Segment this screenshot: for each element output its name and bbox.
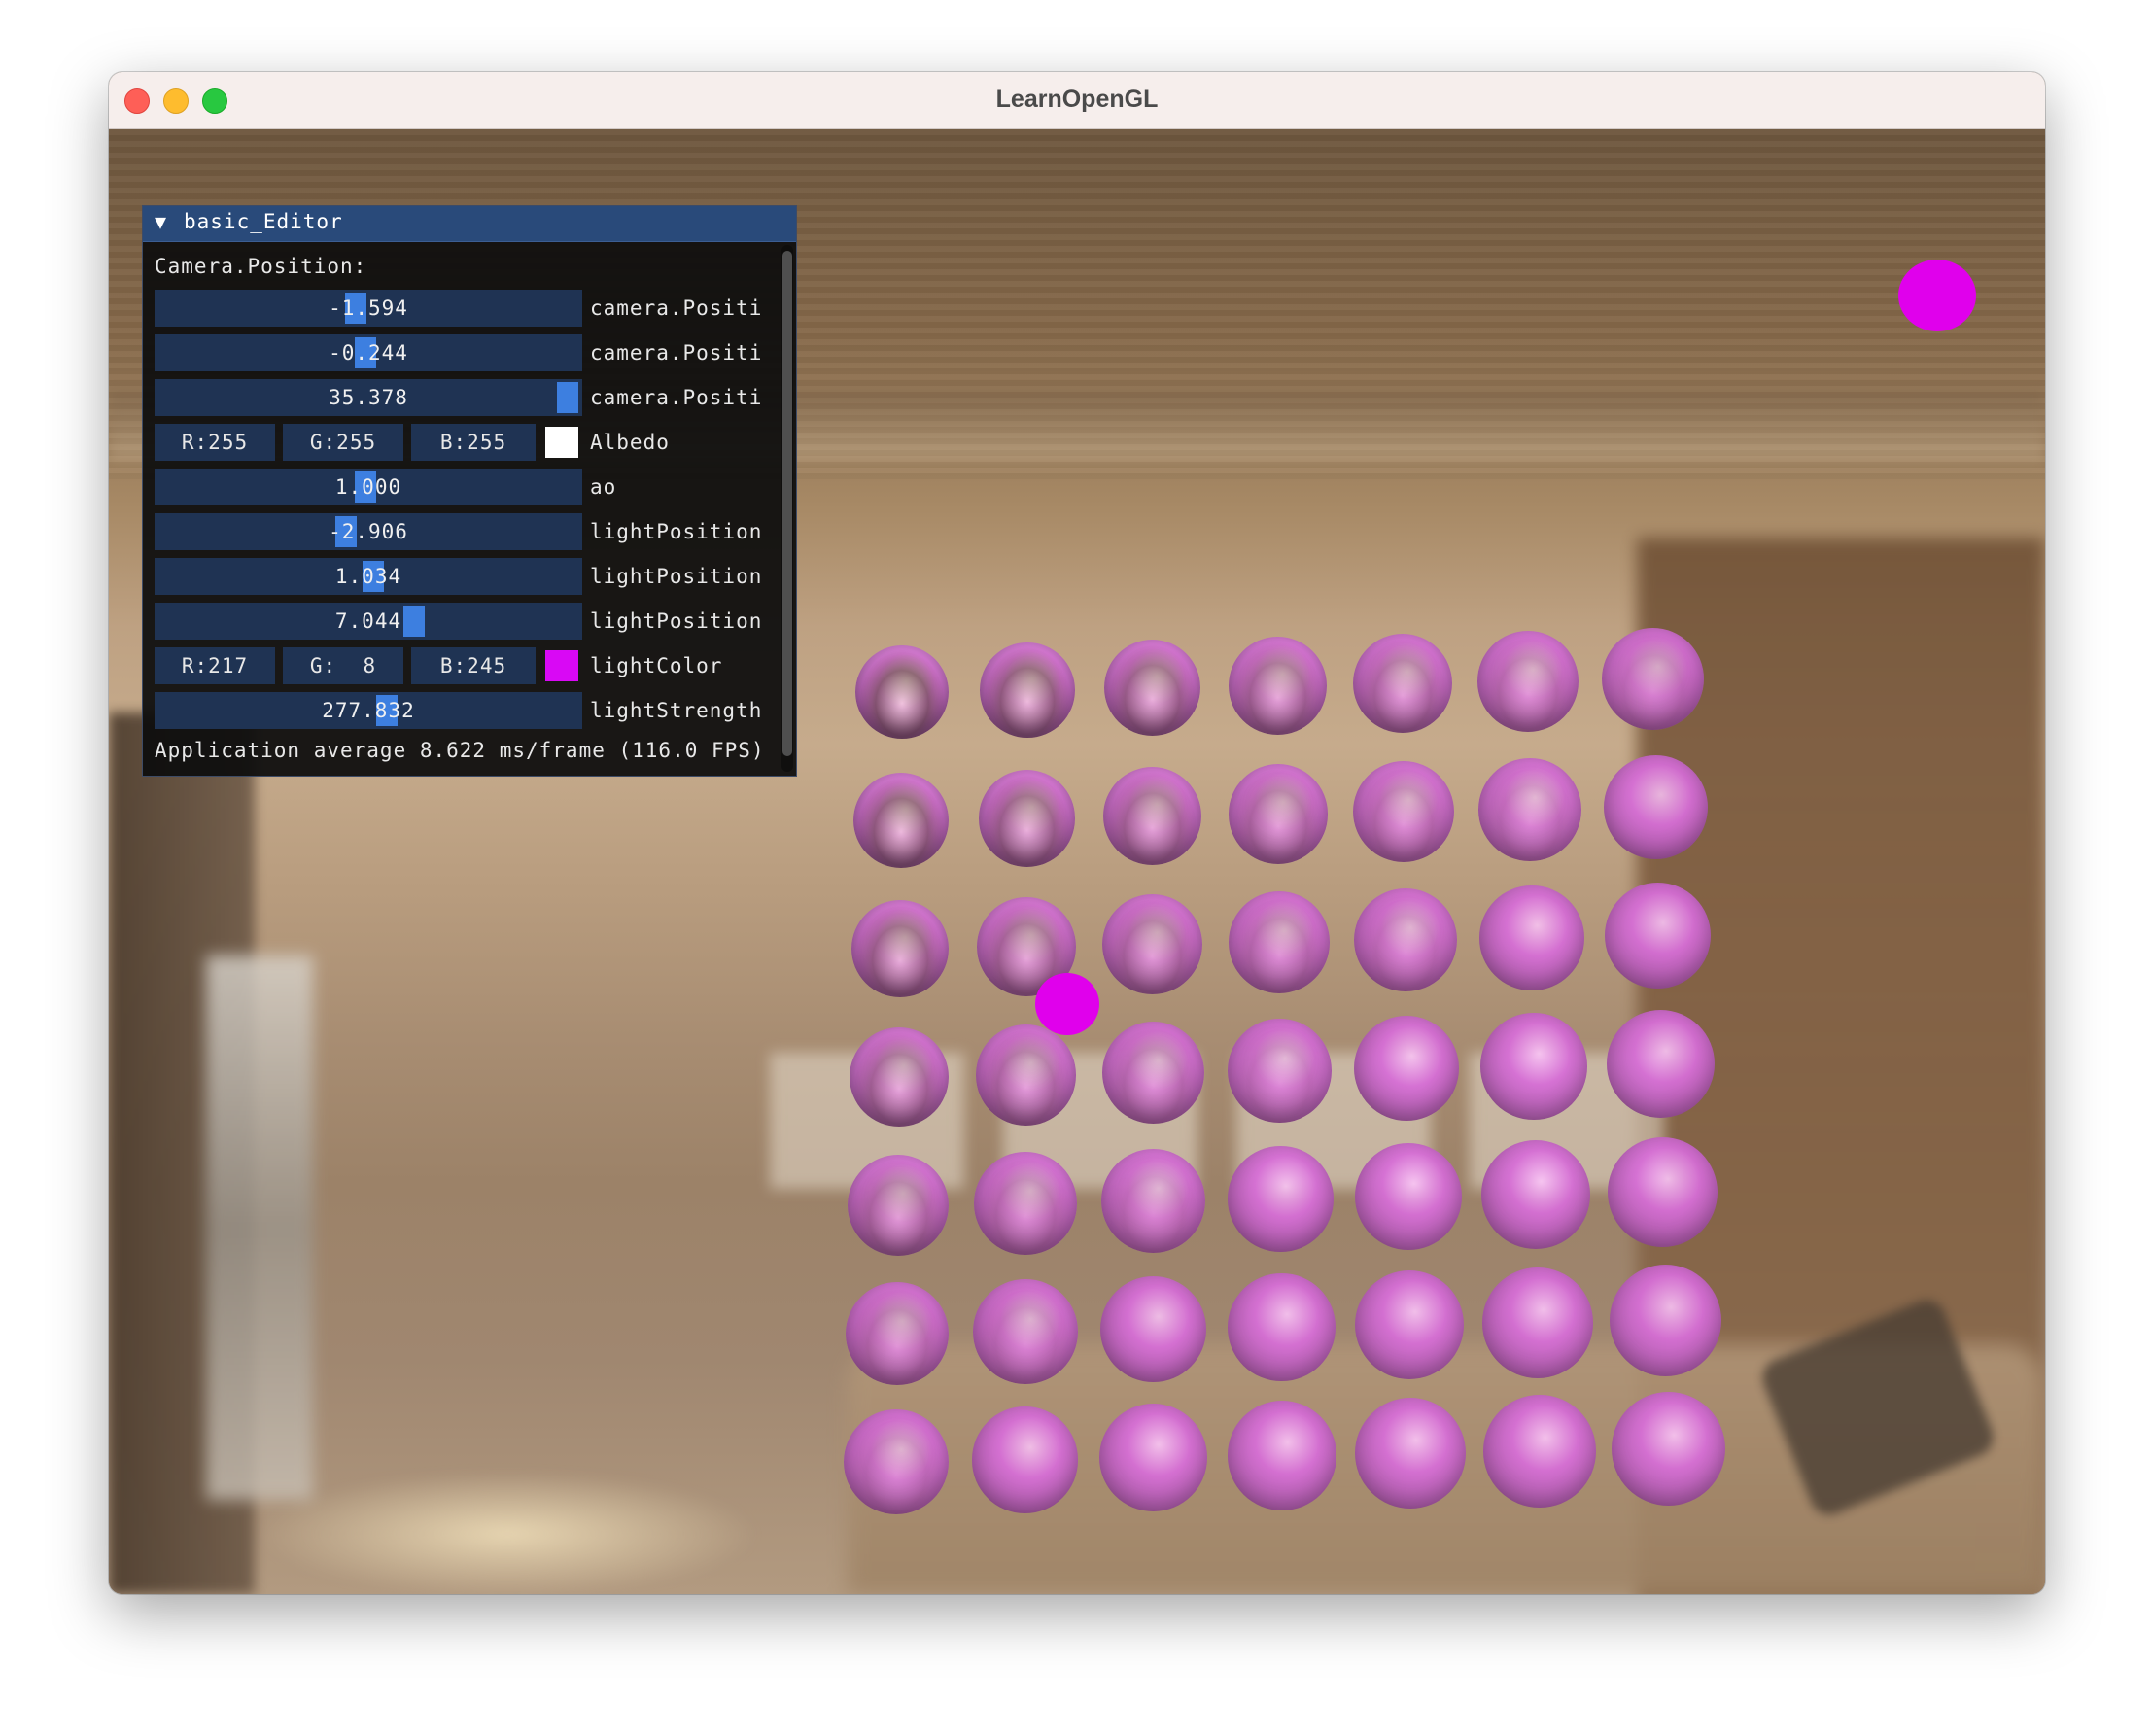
pbr-sphere <box>846 1282 949 1385</box>
pbr-sphere <box>971 1406 1079 1513</box>
pbr-sphere <box>1355 1270 1464 1379</box>
pbr-sphere <box>1229 637 1327 735</box>
pbr-sphere <box>1610 1265 1721 1376</box>
pbr-sphere <box>1483 1395 1596 1508</box>
pbr-sphere <box>1353 761 1455 862</box>
scene-floor-light <box>255 1471 760 1594</box>
pbr-sphere <box>1606 1010 1715 1118</box>
pbr-sphere <box>1603 755 1708 859</box>
pbr-sphere <box>1228 1273 1336 1381</box>
pbr-sphere <box>1479 885 1584 990</box>
field-label: camera.Positi <box>590 386 763 409</box>
albedo-b-channel[interactable]: B:255 <box>411 424 536 461</box>
field-label: lightPosition <box>590 609 763 633</box>
pbr-sphere <box>1480 1013 1587 1120</box>
camera-position-y-drag[interactable]: -0.244 <box>155 334 582 371</box>
pbr-sphere <box>848 1155 949 1256</box>
imgui-editor-panel[interactable]: ▼ basic_Editor Camera.Position: -1.594 c… <box>142 205 797 777</box>
light-color-b-channel[interactable]: B:245 <box>411 647 536 684</box>
fps-readout: Application average 8.622 ms/frame (116.… <box>155 739 765 762</box>
collapse-triangle-icon[interactable]: ▼ <box>155 210 166 233</box>
pbr-sphere <box>1608 1137 1718 1247</box>
pbr-sphere <box>1602 628 1704 730</box>
field-label: lightPosition <box>590 520 763 543</box>
pbr-sphere <box>1228 764 1329 864</box>
albedo-g-channel[interactable]: G:255 <box>283 424 403 461</box>
field-label: ao <box>590 475 617 499</box>
app-window: LearnOpenGL ▼ basic_Editor Camera.Positi… <box>109 72 2045 1594</box>
field-label: camera.Positi <box>590 296 763 320</box>
pbr-sphere <box>980 642 1075 738</box>
pbr-sphere <box>1228 1019 1332 1123</box>
pbr-sphere <box>1481 1140 1590 1249</box>
light-source-marker <box>1898 260 1976 331</box>
pbr-sphere <box>853 773 949 868</box>
field-label: camera.Positi <box>590 341 763 365</box>
light-strength-drag[interactable]: 277.832 <box>155 692 582 729</box>
albedo-r-channel[interactable]: R:255 <box>155 424 275 461</box>
pbr-sphere <box>1100 1149 1205 1253</box>
pbr-sphere <box>851 900 949 997</box>
field-label: lightStrength <box>590 699 763 722</box>
pbr-sphere <box>975 1024 1077 1126</box>
pbr-sphere <box>1228 1146 1334 1252</box>
render-viewport[interactable]: ▼ basic_Editor Camera.Position: -1.594 c… <box>109 129 2045 1594</box>
field-label: Albedo <box>590 431 670 454</box>
pbr-sphere <box>855 645 949 739</box>
panel-scrollbar[interactable] <box>781 245 793 772</box>
pbr-sphere <box>1099 1404 1208 1511</box>
albedo-color-swatch[interactable] <box>545 427 578 458</box>
camera-position-z-drag[interactable]: 35.378 <box>155 379 582 416</box>
light-source-marker <box>1035 973 1099 1035</box>
light-position-x-drag[interactable]: -2.906 <box>155 513 582 550</box>
pbr-sphere <box>1102 894 1203 994</box>
pbr-sphere <box>1354 1143 1462 1250</box>
section-label: Camera.Position: <box>155 255 367 278</box>
pbr-sphere <box>1353 888 1457 991</box>
panel-title: basic_Editor <box>184 210 343 233</box>
scene-window <box>206 955 313 1500</box>
pbr-sphere <box>1101 1022 1204 1124</box>
pbr-sphere <box>844 1409 949 1514</box>
light-color-swatch[interactable] <box>545 650 578 681</box>
light-color-g-channel[interactable]: G: 8 <box>283 647 403 684</box>
camera-position-x-drag[interactable]: -1.594 <box>155 290 582 327</box>
ao-drag[interactable]: 1.000 <box>155 469 582 505</box>
pbr-sphere <box>974 1152 1077 1255</box>
pbr-sphere <box>1605 883 1712 989</box>
pbr-sphere <box>1611 1392 1725 1506</box>
light-position-y-drag[interactable]: 1.034 <box>155 558 582 595</box>
pbr-sphere <box>1100 1276 1206 1382</box>
pbr-sphere <box>1353 634 1452 733</box>
pbr-sphere <box>1478 758 1581 861</box>
pbr-sphere <box>978 770 1076 867</box>
pbr-sphere <box>1104 640 1200 736</box>
pbr-sphere <box>1227 1401 1337 1510</box>
pbr-sphere <box>1482 1267 1593 1378</box>
pbr-sphere <box>1103 767 1202 865</box>
pbr-sphere <box>1477 631 1579 732</box>
pbr-sphere <box>973 1279 1078 1384</box>
pbr-sphere <box>1354 1016 1460 1121</box>
pbr-sphere <box>1355 1398 1467 1509</box>
field-label: lightPosition <box>590 565 763 588</box>
pbr-sphere <box>1228 891 1331 993</box>
window-title: LearnOpenGL <box>995 86 1159 113</box>
pbr-sphere <box>850 1027 949 1127</box>
panel-title-bar[interactable]: ▼ basic_Editor <box>143 206 796 242</box>
field-label: lightColor <box>590 654 723 677</box>
title-bar[interactable]: LearnOpenGL <box>109 72 2045 129</box>
light-position-z-drag[interactable]: 7.044 <box>155 603 582 640</box>
light-color-r-channel[interactable]: R:217 <box>155 647 275 684</box>
scrollbar-thumb[interactable] <box>782 251 792 756</box>
